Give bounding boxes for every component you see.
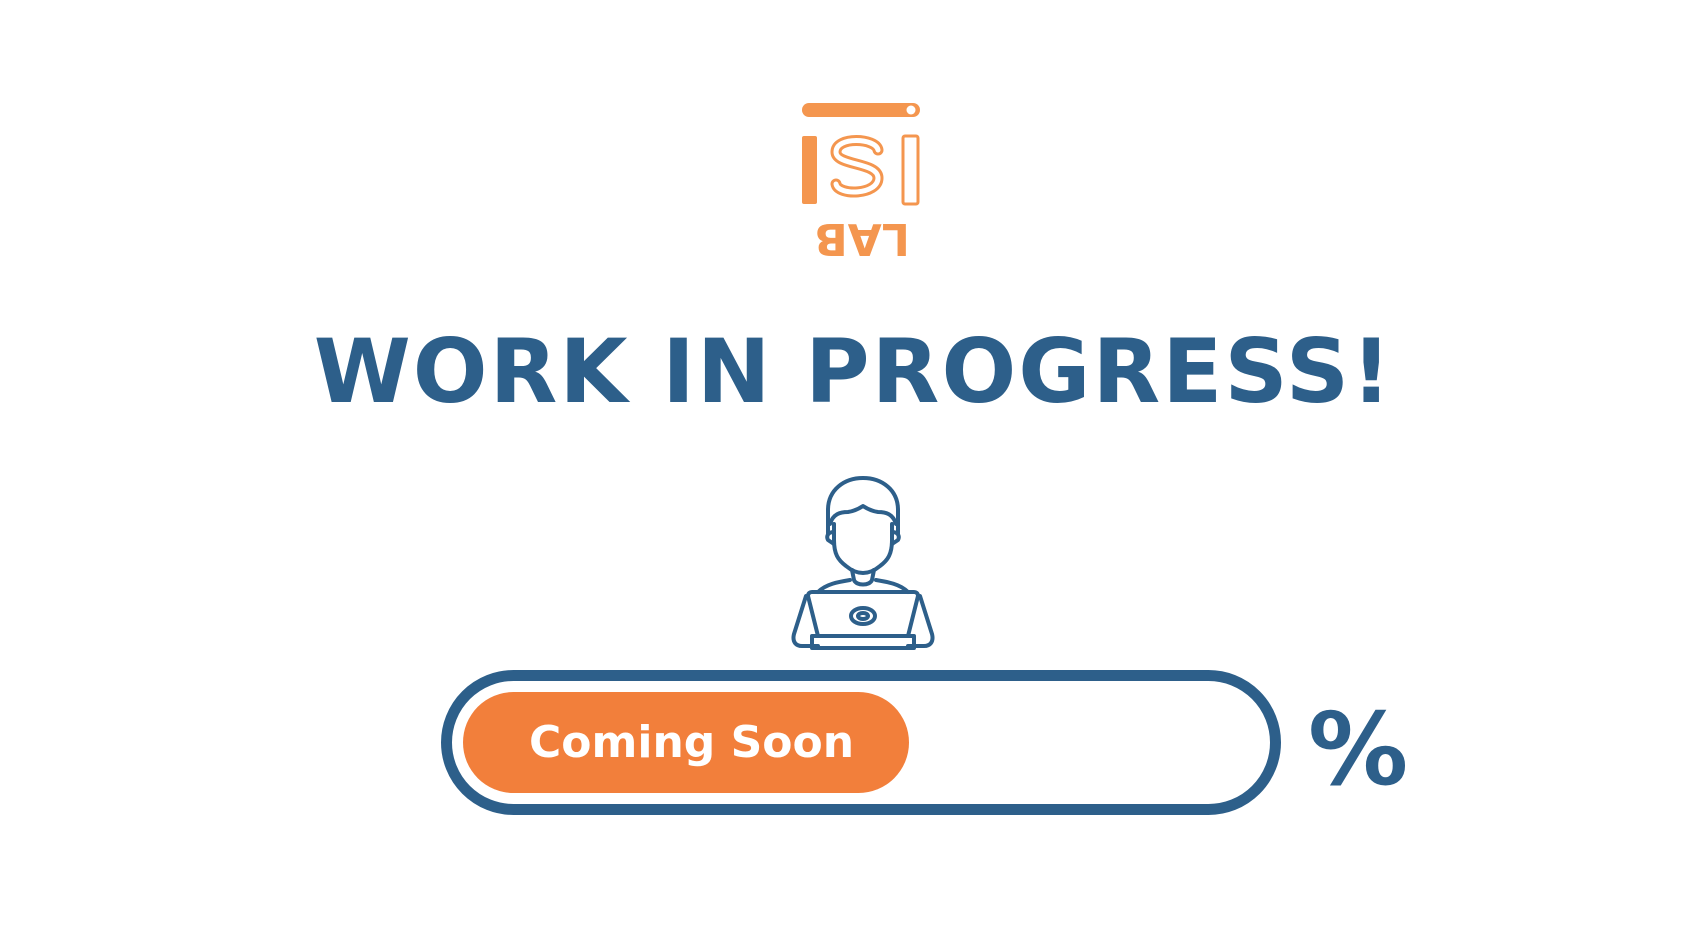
progress-fill: Coming Soon [463, 692, 909, 793]
progress-bar: Coming Soon [441, 670, 1281, 815]
logo-lab-text: LAB [814, 213, 910, 262]
progress-label: Coming Soon [529, 717, 855, 768]
page-title: WORK IN PROGRESS! [313, 320, 1394, 423]
person-at-laptop-icon [778, 474, 948, 674]
isi-lab-logo: LAB [800, 100, 925, 262]
percent-sign: % [1308, 691, 1409, 808]
